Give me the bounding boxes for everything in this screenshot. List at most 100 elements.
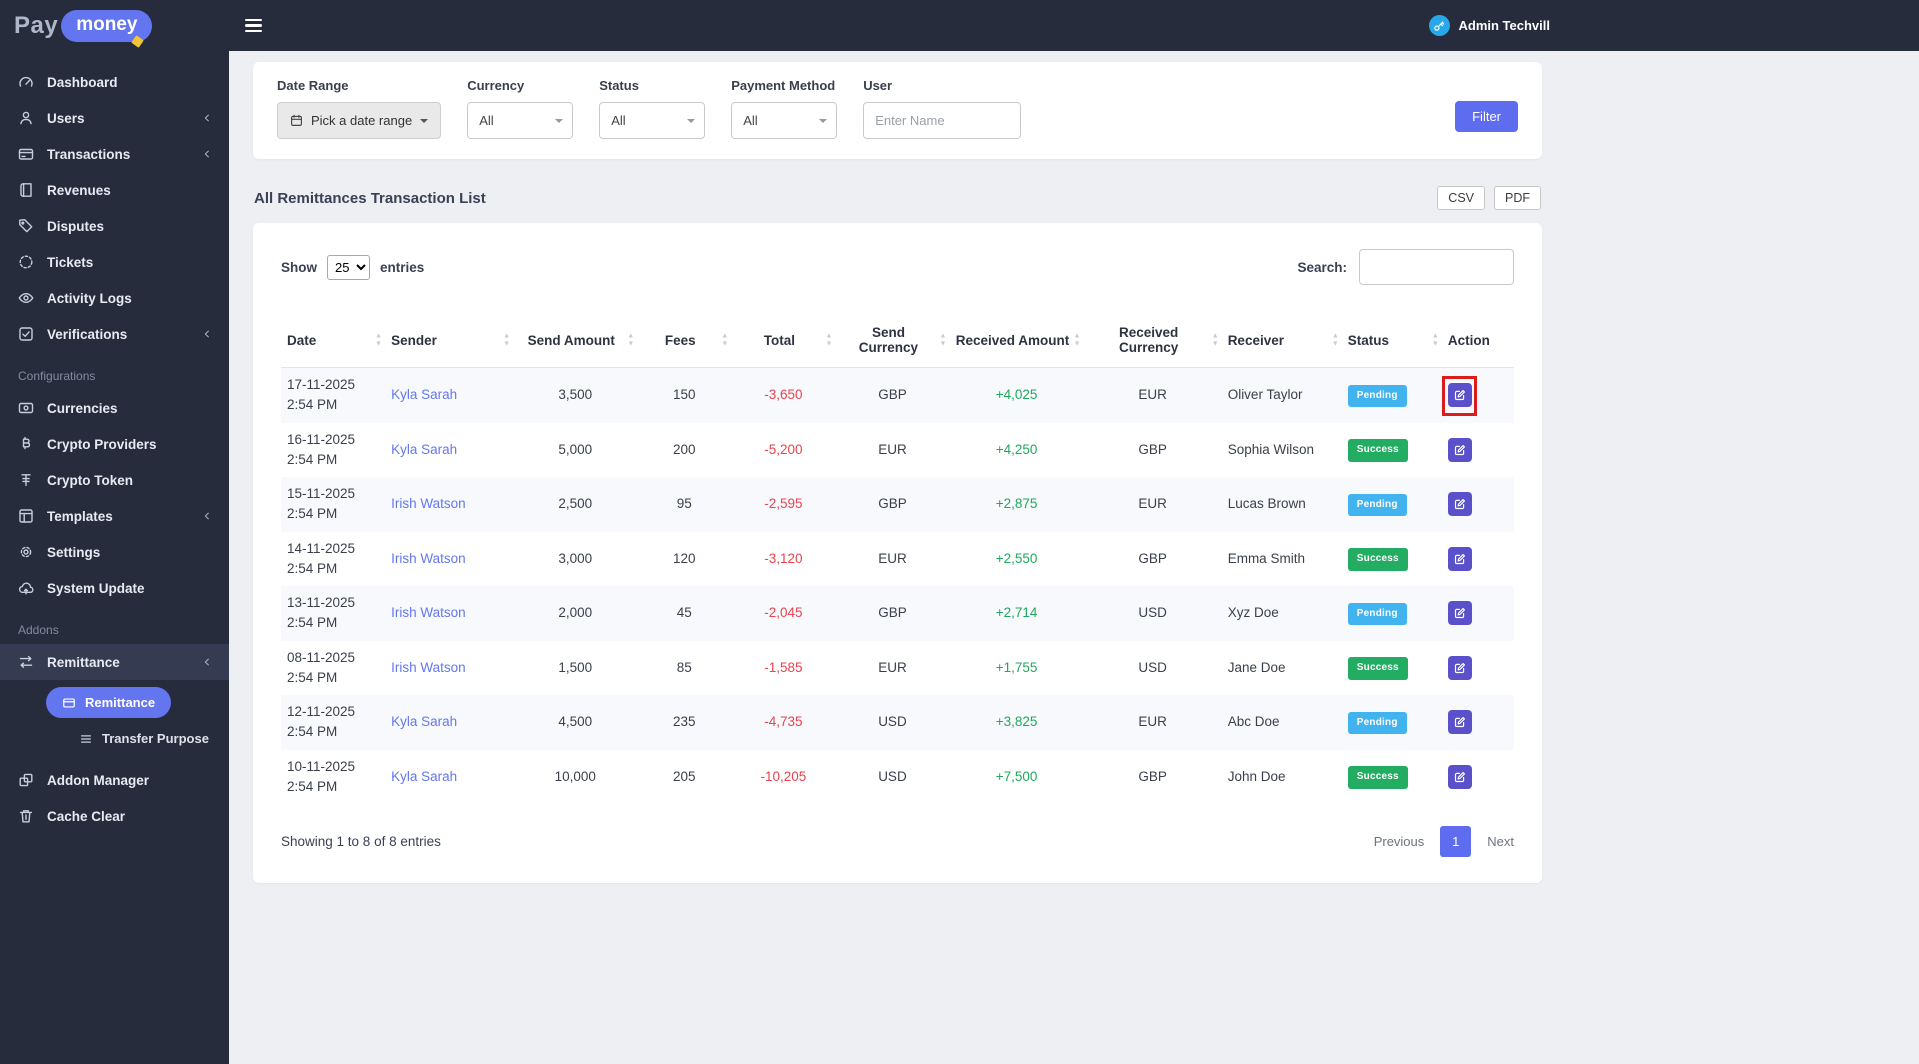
column-header-action[interactable]: Action [1441,313,1514,368]
send-currency-cell: EUR [878,659,907,675]
received-currency-cell: EUR [1138,387,1167,403]
send-amount-cell: 4,500 [558,714,593,730]
pagination-page-1[interactable]: 1 [1440,826,1472,857]
sidebar-item-templates[interactable]: Templates [0,498,229,534]
sidebar-item-settings[interactable]: Settings [0,534,229,570]
received-currency-cell: GBP [1138,441,1167,457]
admin-menu[interactable]: Admin Techvill [1428,15,1550,36]
column-header-date[interactable]: Date ▲ ▼ [281,313,386,368]
sort-icon[interactable]: ▲ ▼ [375,333,382,348]
action-highlight-box [1447,655,1472,680]
column-header-received-amount[interactable]: Received Amount ▲ ▼ [949,313,1084,368]
sidebar-item-label: Verifications [47,326,128,342]
list-icon [79,732,93,746]
total-cell: -4,735 [764,714,803,730]
sort-icon[interactable]: ▲ ▼ [825,333,832,348]
sort-icon[interactable]: ▲ ▼ [940,333,947,348]
user-name-input[interactable] [863,102,1022,139]
sidebar-item-crypto-providers[interactable]: Crypto Providers [0,426,229,462]
column-header-send-currency[interactable]: Send Currency ▲ ▼ [835,313,950,368]
sidebar-item-transactions[interactable]: Transactions [0,136,229,172]
sidebar-item-addon-manager[interactable]: Addon Manager [0,762,229,798]
topbar: Admin Techvill [229,0,1919,51]
edit-action-button[interactable] [1447,655,1472,680]
column-header-total[interactable]: Total ▲ ▼ [731,313,836,368]
edit-icon [1454,716,1466,728]
sidebar-subitem-transfer-purpose[interactable]: Transfer Purpose [0,721,229,756]
sort-icon[interactable]: ▲ ▼ [1432,333,1439,348]
sort-icon[interactable]: ▲ ▼ [1074,333,1081,348]
sidebar-item-system-update[interactable]: System Update [0,570,229,606]
sidebar-item-remittance[interactable]: Remittance [0,644,229,680]
sender-link[interactable]: Irish Watson [391,551,466,566]
page-size-select[interactable]: 25 [327,254,370,280]
filter-button[interactable]: Filter [1455,101,1518,132]
sort-icon[interactable]: ▲ ▼ [503,333,510,348]
pagination-previous[interactable]: Previous [1374,834,1425,849]
export-pdf-button[interactable]: PDF [1494,186,1541,210]
sidebar-item-cache-clear[interactable]: Cache Clear [0,798,229,834]
edit-action-button[interactable] [1447,710,1472,735]
sender-link[interactable]: Kyla Sarah [391,387,457,402]
main-area: Admin Techvill Date Range Pick a date ra… [229,0,1919,1064]
sender-link[interactable]: Kyla Sarah [391,714,457,729]
edit-action-button[interactable] [1447,546,1472,571]
status-badge: Pending [1347,384,1407,407]
sort-icon[interactable]: ▲ ▼ [627,333,634,348]
received-amount-cell: +2,714 [995,605,1038,621]
send-amount-cell: 3,000 [558,550,593,566]
page-title: All Remittances Transaction List [254,189,486,207]
table-body: 17-11-2025 2:54 PM Kyla Sarah 3,500 150 -3,65… [281,367,1514,805]
received-currency-cell: USD [1138,659,1167,675]
sidebar-item-currencies[interactable]: Currencies [0,390,229,426]
edit-action-button[interactable] [1447,437,1472,462]
sidebar-item-activity-logs[interactable]: Activity Logs [0,280,229,316]
sender-link[interactable]: Irish Watson [391,605,466,620]
sidebar-item-users[interactable]: Users [0,100,229,136]
edit-action-button[interactable] [1447,492,1472,517]
tickets-icon [18,254,34,270]
received-amount-cell: +2,550 [995,550,1038,566]
currency-select[interactable]: All [467,102,574,139]
receiver-cell: Jane Doe [1227,659,1286,675]
sidebar-subitem-remittance[interactable]: Remittance [46,687,172,718]
sort-icon[interactable]: ▲ ▼ [721,333,728,348]
edit-action-button[interactable] [1447,764,1472,789]
column-header-sender[interactable]: Sender ▲ ▼ [385,313,514,368]
sidebar-item-dashboard[interactable]: Dashboard [0,64,229,100]
action-cell [1442,750,1514,805]
sender-link[interactable]: Irish Watson [391,496,466,511]
send-amount-cell: 10,000 [554,768,596,784]
export-csv-button[interactable]: CSV [1437,186,1485,210]
app-logo[interactable]: Pay money [0,0,229,51]
send-currency-cell: GBP [878,387,907,403]
sidebar-item-revenues[interactable]: Revenues [0,172,229,208]
column-header-fees[interactable]: Fees ▲ ▼ [637,313,732,368]
search-input[interactable] [1359,249,1514,285]
filter-group-user: User [863,78,1022,139]
pagination-next[interactable]: Next [1487,834,1514,849]
sender-link[interactable]: Kyla Sarah [391,442,457,457]
transactions-icon [18,146,34,162]
edit-icon [1454,607,1466,619]
date-range-button[interactable]: Pick a date range [277,102,442,139]
sender-link[interactable]: Irish Watson [391,660,466,675]
column-header-received-currency[interactable]: Received Currency ▲ ▼ [1083,313,1222,368]
edit-action-button[interactable] [1447,601,1472,626]
sort-icon[interactable]: ▲ ▼ [1332,333,1339,348]
sidebar-item-label: Currencies [47,400,118,416]
sort-icon[interactable]: ▲ ▼ [1212,333,1219,348]
sidebar-item-disputes[interactable]: Disputes [0,208,229,244]
payment-method-select[interactable]: All [731,102,838,139]
sidebar-item-tickets[interactable]: Tickets [0,244,229,280]
column-header-receiver[interactable]: Receiver ▲ ▼ [1221,313,1342,368]
sidebar-item-crypto-token[interactable]: Crypto Token [0,462,229,498]
column-header-send-amount[interactable]: Send Amount ▲ ▼ [513,313,638,368]
column-header-status[interactable]: Status ▲ ▼ [1341,313,1442,368]
menu-toggle-button[interactable] [237,11,270,41]
edit-action-button[interactable] [1447,383,1472,408]
sender-link[interactable]: Kyla Sarah [391,769,457,784]
status-select[interactable]: All [599,102,706,139]
status-badge: Success [1347,548,1408,571]
sidebar-item-verifications[interactable]: Verifications [0,316,229,352]
